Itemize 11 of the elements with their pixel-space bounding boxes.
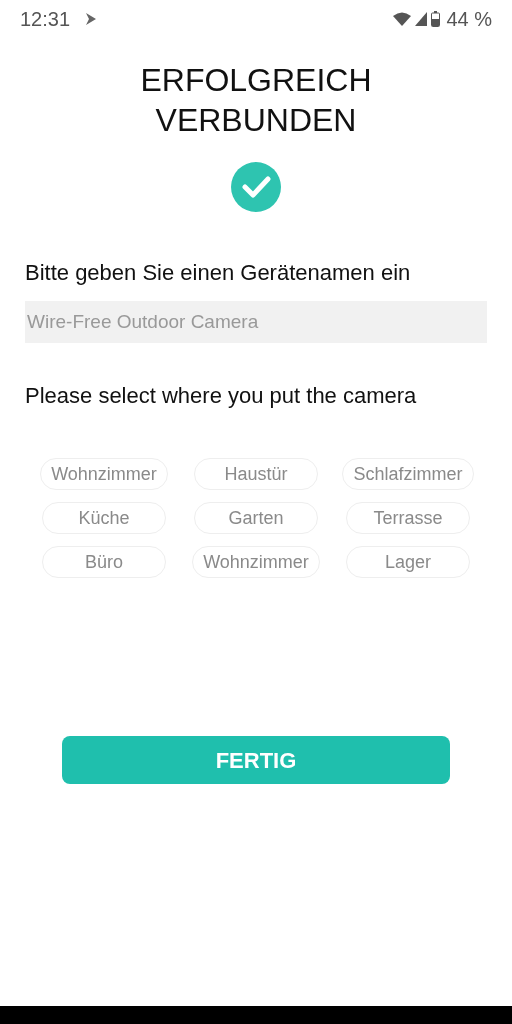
signal-icon bbox=[415, 12, 428, 26]
done-button[interactable]: FERTIG bbox=[62, 736, 450, 784]
status-time: 12:31 bbox=[20, 7, 71, 32]
wifi-icon bbox=[393, 12, 412, 26]
location-prompt: Please select where you put the camera bbox=[24, 382, 418, 410]
check-icon bbox=[231, 162, 281, 212]
name-prompt: Bitte geben Sie einen Gerätenamen ein bbox=[24, 259, 412, 287]
battery-level: 44 % bbox=[446, 7, 492, 32]
title: ERFOLGREICH VERBUNDEN bbox=[139, 61, 373, 140]
device-name-field[interactable]: Wire-Free Outdoor Camera bbox=[25, 301, 487, 343]
battery-icon bbox=[431, 11, 441, 27]
